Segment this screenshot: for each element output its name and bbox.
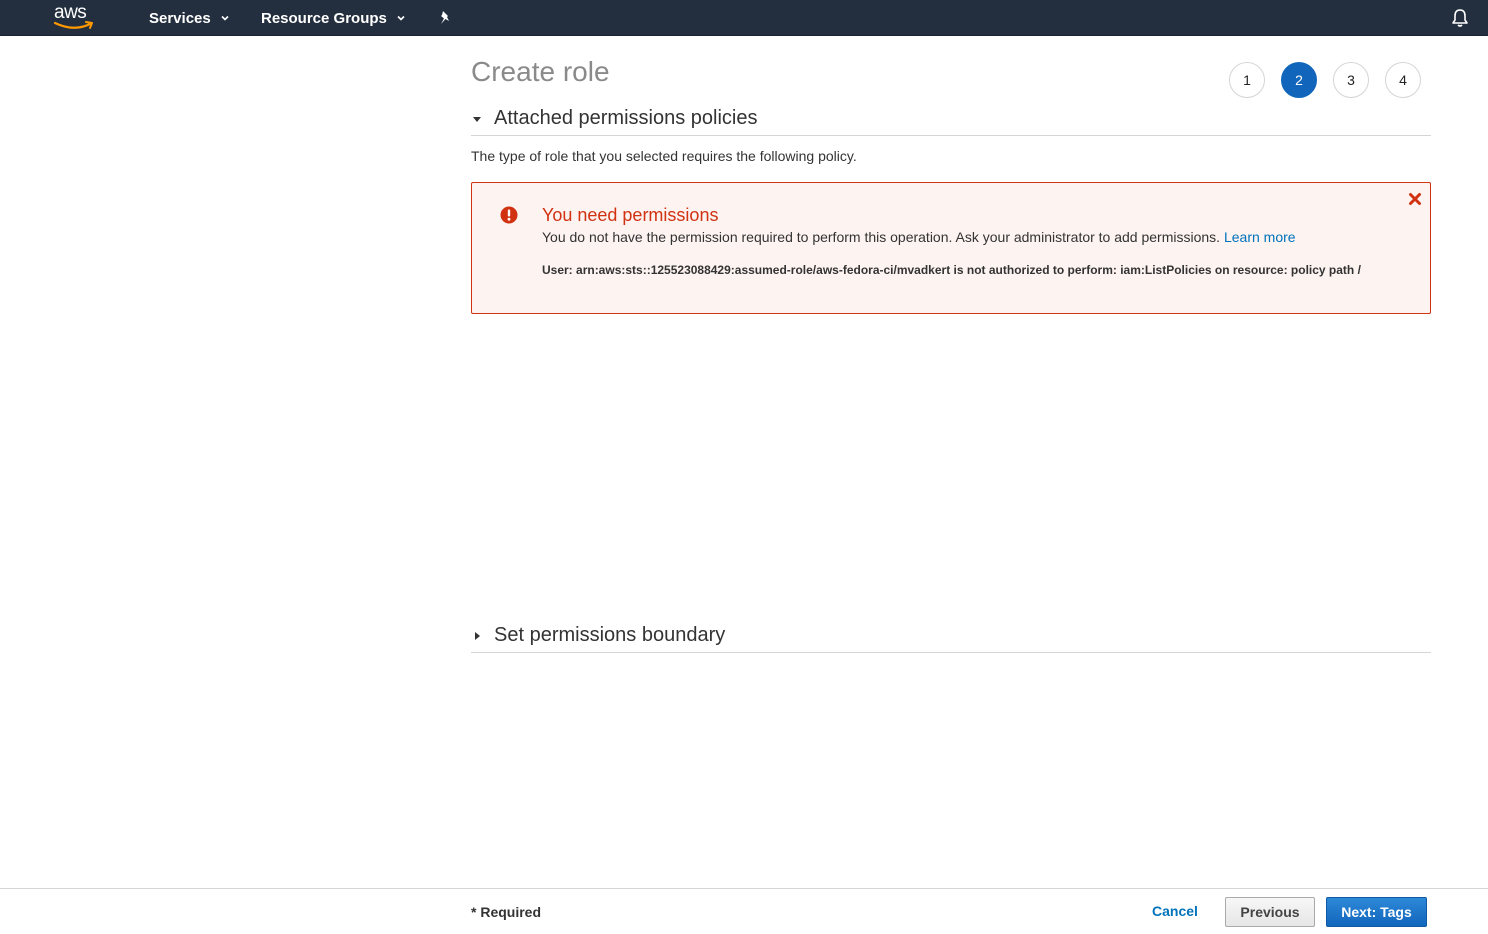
aws-logo[interactable]: aws	[54, 2, 96, 32]
caret-down-icon	[471, 109, 494, 129]
services-menu[interactable]: Services	[149, 0, 231, 36]
alert-detail: User: arn:aws:sts::125523088429:assumed-…	[542, 263, 1361, 277]
step-1[interactable]: 1	[1229, 62, 1265, 98]
caret-right-icon	[471, 626, 494, 646]
wizard-footer: * Required Cancel Previous Next: Tags	[0, 888, 1488, 934]
services-label: Services	[149, 9, 211, 27]
resource-groups-menu[interactable]: Resource Groups	[261, 0, 407, 36]
resource-groups-label: Resource Groups	[261, 9, 387, 27]
step-3[interactable]: 3	[1333, 62, 1369, 98]
chevron-down-icon	[397, 15, 405, 21]
notifications-button[interactable]	[1450, 7, 1470, 29]
permissions-error-alert: You need permissions You do not have the…	[471, 182, 1431, 314]
alert-message-text: You do not have the permission required …	[542, 229, 1221, 245]
chevron-down-icon	[221, 15, 229, 21]
bell-icon	[1452, 9, 1468, 27]
pin-button[interactable]	[438, 0, 454, 36]
alert-title: You need permissions	[542, 205, 719, 225]
learn-more-link[interactable]: Learn more	[1224, 229, 1296, 245]
alert-message: You do not have the permission required …	[542, 229, 1296, 245]
permissions-boundary-heading: Set permissions boundary	[494, 624, 726, 646]
next-tags-button[interactable]: Next: Tags	[1326, 897, 1427, 927]
previous-button[interactable]: Previous	[1225, 897, 1315, 927]
page-title: Create role	[471, 56, 610, 87]
wizard-steps: 1 2 3 4	[1229, 62, 1437, 98]
step-4[interactable]: 4	[1385, 62, 1421, 98]
aws-smile-icon	[54, 21, 93, 29]
close-icon[interactable]	[1408, 192, 1422, 206]
pin-icon	[441, 11, 449, 24]
step-2[interactable]: 2	[1281, 62, 1317, 98]
top-navigation-bar: aws Services Resource Groups	[0, 0, 1488, 36]
cancel-button[interactable]: Cancel	[1152, 903, 1198, 919]
permissions-boundary-section-toggle[interactable]: Set permissions boundary	[471, 619, 1431, 653]
attached-policies-description: The type of role that you selected requi…	[471, 148, 857, 164]
required-note: * Required	[471, 904, 542, 920]
attached-policies-section-toggle[interactable]: Attached permissions policies	[471, 102, 1431, 136]
attached-policies-heading: Attached permissions policies	[494, 107, 758, 129]
error-icon	[500, 206, 518, 224]
